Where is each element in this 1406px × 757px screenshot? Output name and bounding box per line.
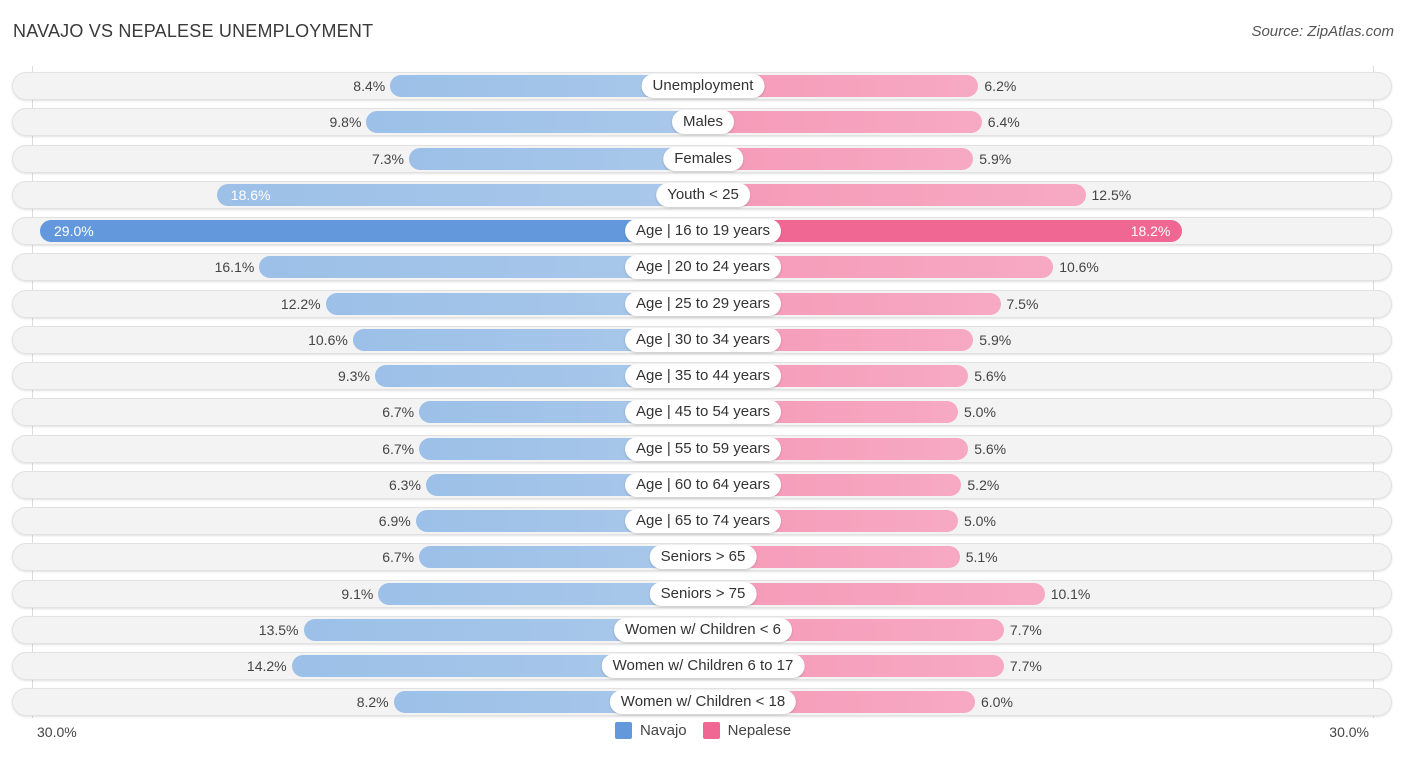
legend-swatch-nepalese [702, 722, 720, 739]
value-label-nepalese: 5.9% [979, 332, 1012, 348]
category-label: Age | 55 to 59 years [625, 437, 781, 461]
bar-navajo[interactable] [366, 111, 703, 133]
bar-nepalese[interactable] [703, 184, 1086, 206]
value-label-navajo: 7.3% [371, 151, 404, 167]
value-label-nepalese: 5.6% [974, 368, 1007, 384]
value-label-navajo: 29.0% [54, 223, 94, 239]
bar-nepalese[interactable] [703, 148, 974, 170]
category-label: Age | 65 to 74 years [625, 509, 781, 533]
bar-nepalese[interactable] [703, 111, 982, 133]
value-label-nepalese: 5.2% [967, 477, 1000, 493]
category-label: Age | 20 to 24 years [625, 255, 781, 279]
value-label-nepalese: 5.1% [965, 549, 998, 565]
value-label-nepalese: 6.0% [981, 694, 1013, 710]
value-label-navajo: 8.4% [353, 78, 386, 94]
value-label-navajo: 14.2% [246, 658, 287, 674]
value-label-nepalese: 7.5% [1006, 296, 1039, 312]
value-label-navajo: 6.9% [378, 513, 411, 529]
bar-navajo[interactable] [40, 220, 703, 242]
category-label: Women w/ Children 6 to 17 [601, 654, 805, 678]
value-label-navajo: 18.6% [230, 187, 271, 203]
value-label-navajo: 10.6% [308, 332, 348, 348]
value-label-nepalese: 7.7% [1009, 622, 1042, 638]
legend: Navajo Nepalese [0, 722, 1406, 739]
legend-item-navajo[interactable]: Navajo [614, 722, 687, 739]
category-label: Age | 16 to 19 years [625, 219, 781, 243]
category-label: Youth < 25 [656, 183, 750, 207]
category-label: Males [671, 110, 735, 134]
category-label: Age | 45 to 54 years [625, 400, 781, 424]
value-label-navajo: 6.7% [382, 441, 415, 457]
category-label: Women w/ Children < 6 [613, 618, 793, 642]
value-label-navajo: 13.5% [258, 622, 299, 638]
category-label: Unemployment [641, 74, 765, 98]
category-label: Women w/ Children < 18 [609, 690, 797, 714]
value-label-navajo: 16.1% [214, 259, 255, 275]
category-label: Age | 35 to 44 years [625, 364, 781, 388]
value-label-nepalese: 12.5% [1091, 187, 1132, 203]
value-label-nepalese: 5.0% [964, 404, 996, 420]
value-label-navajo: 9.3% [337, 368, 370, 384]
value-label-nepalese: 10.1% [1050, 586, 1091, 602]
value-label-nepalese: 10.6% [1059, 259, 1099, 275]
value-label-nepalese: 7.7% [1009, 658, 1042, 674]
legend-label-navajo: Navajo [639, 722, 687, 739]
value-label-navajo: 8.2% [356, 694, 389, 710]
category-label: Seniors > 65 [649, 545, 757, 569]
category-label: Seniors > 75 [649, 582, 757, 606]
value-label-nepalese: 5.0% [964, 513, 996, 529]
value-label-navajo: 6.3% [388, 477, 421, 493]
value-label-nepalese: 6.4% [987, 114, 1020, 130]
value-label-navajo: 9.1% [341, 586, 374, 602]
category-label: Females [663, 147, 743, 171]
legend-swatch-navajo [614, 722, 632, 739]
legend-label-nepalese: Nepalese [727, 722, 792, 739]
value-label-navajo: 9.8% [329, 114, 362, 130]
bar-navajo[interactable] [216, 184, 703, 206]
value-label-navajo: 12.2% [280, 296, 321, 312]
value-label-nepalese: 6.2% [984, 78, 1017, 94]
source-credit: Source: ZipAtlas.com [1251, 23, 1394, 40]
value-label-navajo: 6.7% [382, 549, 415, 565]
legend-item-nepalese[interactable]: Nepalese [702, 722, 792, 739]
value-label-nepalese: 5.9% [979, 151, 1012, 167]
value-label-nepalese: 18.2% [1130, 223, 1171, 239]
bar-navajo[interactable] [408, 148, 703, 170]
chart-title: NAVAJO VS NEPALESE UNEMPLOYMENT [13, 21, 374, 41]
category-label: Age | 25 to 29 years [625, 292, 781, 316]
value-label-nepalese: 5.6% [974, 441, 1007, 457]
value-label-navajo: 6.7% [382, 404, 415, 420]
category-label: Age | 30 to 34 years [625, 328, 781, 352]
category-label: Age | 60 to 64 years [625, 473, 781, 497]
